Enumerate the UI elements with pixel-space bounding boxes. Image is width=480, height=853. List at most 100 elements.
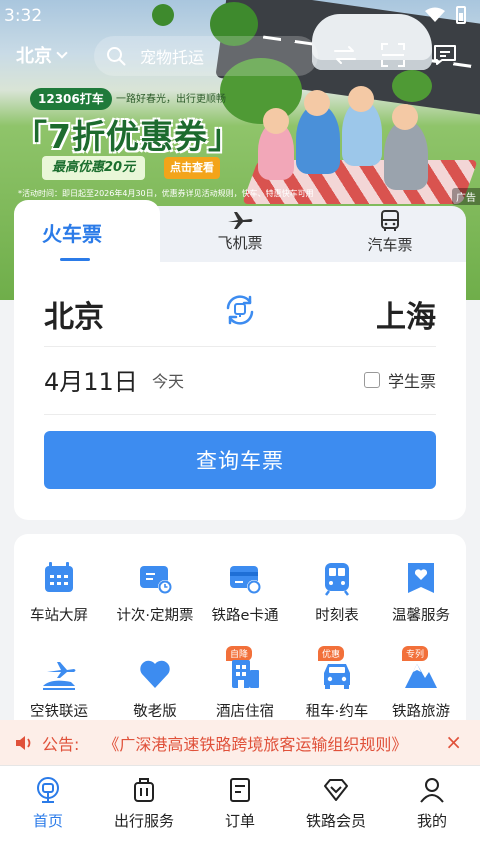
transfer-icon[interactable]	[332, 42, 358, 68]
promo-max-discount: 最高优惠20元	[42, 156, 146, 180]
service-label: 温馨服务	[392, 608, 450, 624]
service-label: 计次·定期票	[116, 608, 194, 624]
nav-label: 铁路会员	[305, 812, 366, 830]
mountain-icon	[405, 664, 437, 688]
banner-person-head	[392, 104, 418, 130]
services-grid: 车站大屏 计次·定期票 铁路e卡通 时刻表 温馨服务 空铁联运 敬老版 自降 酒…	[14, 534, 466, 734]
user-icon	[420, 778, 444, 803]
departure-station[interactable]: 北京	[44, 292, 104, 336]
promo-subtitle: 一路好春光，出行更顺畅	[116, 94, 226, 105]
ticket-card-icon	[140, 566, 172, 594]
arrival-station[interactable]: 上海	[376, 292, 436, 336]
service-station-screen[interactable]: 车站大屏	[14, 560, 104, 625]
student-ticket-label: 学生票	[387, 372, 436, 391]
departure-date[interactable]: 4月11日	[44, 362, 138, 397]
banner-bush	[392, 70, 432, 102]
search-input[interactable]: 宠物托运	[94, 36, 318, 76]
banner-person	[384, 120, 428, 190]
service-label: 敬老版	[133, 704, 177, 720]
status-icons	[424, 6, 466, 24]
service-elderly-mode[interactable]: 敬老版	[110, 656, 200, 721]
tab-bus-label: 汽车票	[367, 236, 413, 254]
service-timetable[interactable]: 时刻表	[292, 560, 382, 625]
diamond-icon	[324, 779, 348, 801]
promo-note: *活动时间：即日起至2026年4月30日，优惠券详见活动规则，快车、特惠快车可用	[18, 189, 314, 198]
student-ticket-toggle[interactable]: 学生票	[363, 368, 436, 392]
status-bar: 3:32	[0, 0, 480, 32]
tab-bus[interactable]: 汽车票	[350, 210, 430, 255]
nav-home[interactable]: 首页	[0, 776, 96, 831]
e-card-icon	[230, 566, 261, 594]
search-placeholder: 宠物托运	[140, 48, 205, 67]
tab-underline	[60, 258, 90, 261]
airplane-icon	[228, 212, 253, 229]
banner-person-head	[263, 108, 289, 134]
ticket-type-tabs: 火车票 飞机票 汽车票	[14, 200, 466, 266]
service-hotel[interactable]: 自降 酒店住宿	[200, 646, 290, 721]
announcement-label: 公告:	[42, 734, 80, 754]
car-icon	[324, 664, 350, 689]
promo-cta-button[interactable]: 点击查看	[164, 157, 220, 179]
city-selector[interactable]: 北京	[16, 42, 68, 68]
nav-label: 出行服务	[113, 812, 174, 830]
divider	[44, 414, 436, 415]
nav-label: 首页	[32, 812, 63, 830]
nav-label: 我的	[416, 812, 447, 830]
chevron-down-icon	[56, 47, 68, 59]
tab-train-label: 火车票	[42, 222, 102, 246]
train-timetable-icon	[325, 563, 349, 596]
tab-flight-label: 飞机票	[217, 234, 263, 252]
service-label: 铁路旅游	[392, 704, 450, 720]
nav-profile[interactable]: 我的	[384, 776, 480, 831]
promo-pill: 12306打车	[30, 88, 112, 110]
service-rail-tourism[interactable]: 专列 铁路旅游	[376, 646, 466, 721]
city-label: 北京	[16, 46, 52, 67]
booking-card: 北京 上海 4月11日 今天 学生票 查询车票	[14, 262, 466, 520]
status-time: 3:32	[4, 6, 43, 26]
nav-orders[interactable]: 订单	[192, 776, 288, 831]
service-label: 铁路e卡通	[211, 608, 279, 624]
service-ticket-card[interactable]: 计次·定期票	[110, 560, 200, 625]
service-air-rail[interactable]: 空铁联运	[14, 656, 104, 721]
search-tickets-button[interactable]: 查询车票	[44, 431, 436, 489]
service-warm-service[interactable]: 温馨服务	[376, 560, 466, 625]
service-label: 空铁联运	[30, 704, 88, 720]
divider	[44, 346, 436, 347]
bus-icon	[381, 210, 399, 231]
search-icon	[107, 47, 126, 66]
close-icon[interactable]: ×	[445, 730, 462, 754]
nav-travel-services[interactable]: 出行服务	[96, 776, 192, 831]
date-day-label: 今天	[152, 372, 185, 391]
service-label: 车站大屏	[30, 608, 88, 624]
heart-icon	[140, 660, 170, 688]
wifi-icon	[425, 7, 445, 22]
speaker-icon	[16, 735, 31, 750]
luggage-icon	[134, 778, 154, 802]
nav-membership[interactable]: 铁路会员	[288, 776, 384, 831]
station-screen-icon	[45, 562, 73, 592]
nav-label: 订单	[224, 812, 255, 830]
tab-flight[interactable]: 飞机票	[200, 210, 280, 253]
heart-service-icon	[408, 563, 434, 593]
battery-icon	[456, 6, 466, 24]
announcement-text[interactable]: 《广深港高速铁路跨境旅客运输组织规则》	[103, 731, 423, 755]
air-rail-icon	[43, 662, 76, 690]
promo-title: 「7折优惠券」	[14, 117, 242, 156]
student-ticket-checkbox[interactable]	[363, 372, 380, 388]
scan-icon[interactable]	[380, 42, 406, 68]
service-car-rental[interactable]: 优惠 租车·约车	[292, 646, 382, 721]
home-train-icon	[37, 777, 59, 803]
order-icon	[230, 778, 250, 802]
banner-person-head	[348, 86, 374, 112]
hotel-icon	[232, 660, 259, 688]
service-label: 酒店住宿	[216, 704, 274, 720]
swap-stations-icon[interactable]	[222, 292, 258, 328]
bottom-navigation: 首页 出行服务 订单 铁路会员 我的	[0, 765, 480, 853]
service-label: 租车·约车	[305, 704, 369, 720]
service-e-card[interactable]: 铁路e卡通	[200, 560, 290, 625]
announcement-bar[interactable]: 公告: 《广深港高速铁路跨境旅客运输组织规则》 ×	[0, 720, 480, 765]
tab-train[interactable]: 火车票	[14, 200, 160, 266]
banner-person-head	[304, 90, 330, 116]
service-label: 时刻表	[315, 608, 359, 624]
message-icon[interactable]	[432, 42, 458, 68]
